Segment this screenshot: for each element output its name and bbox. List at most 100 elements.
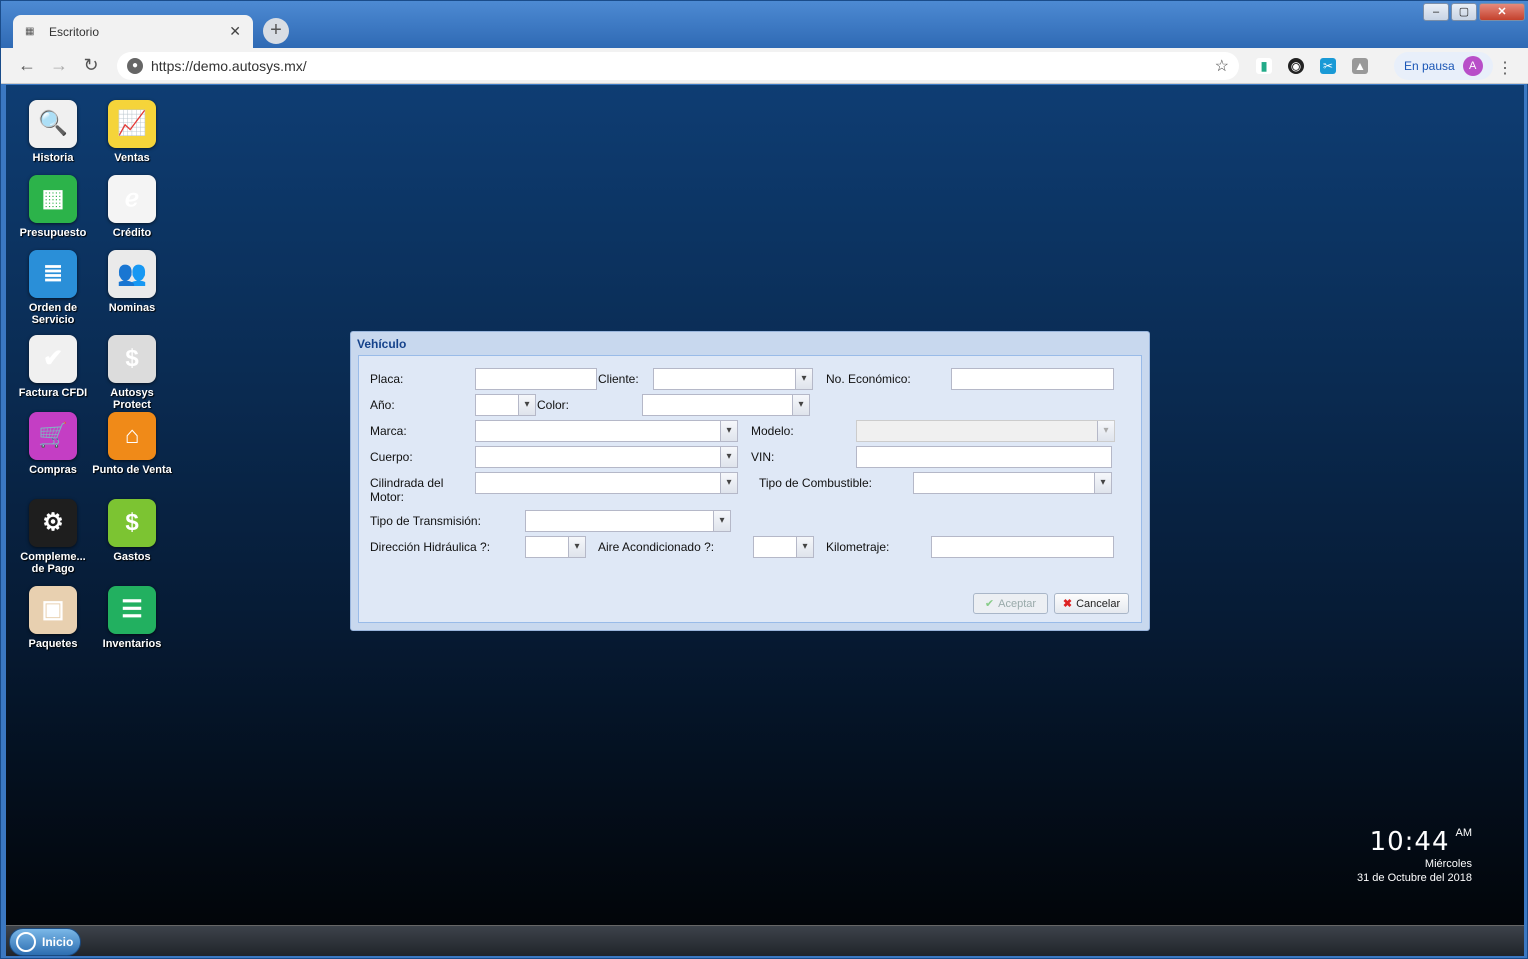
placa-input[interactable]: [475, 368, 597, 390]
marca-combo[interactable]: ▾: [475, 420, 738, 442]
clock-time: 10:44: [1369, 827, 1450, 857]
label-transmision: Tipo de Transmisión:: [370, 514, 481, 528]
bookmark-star-icon[interactable]: ☆: [1215, 56, 1229, 76]
line-chart-icon: 📈: [108, 100, 156, 148]
anio-combo[interactable]: ▾: [475, 394, 536, 416]
desktop-icon[interactable]: ⌂ Punto de Venta: [92, 412, 172, 476]
address-bar[interactable]: ● https://demo.autosys.mx/ ☆: [117, 52, 1239, 80]
kilometraje-input[interactable]: [931, 536, 1114, 558]
desktop-icon[interactable]: ℯ Crédito: [92, 175, 172, 239]
start-label: Inicio: [42, 935, 74, 949]
aire-combo[interactable]: ▾: [753, 536, 814, 558]
label-cuerpo: Cuerpo:: [370, 450, 413, 464]
desktop-icon-label: Gastos: [113, 551, 151, 563]
desktop-icon[interactable]: $ Autosys Protect: [92, 335, 172, 411]
reload-icon[interactable]: ↻: [75, 55, 107, 76]
label-vin: VIN:: [751, 450, 775, 464]
extension-color-icon[interactable]: ◉: [1288, 58, 1304, 74]
browser-menu-icon[interactable]: ⋮: [1497, 58, 1513, 78]
desktop-icon[interactable]: $ Gastos: [92, 499, 172, 563]
dialog-body: Placa: Cliente: ▾ No. Económico: Año: ▾ …: [358, 355, 1142, 623]
cancel-x-icon: ✖: [1062, 598, 1073, 610]
search-icon: 🔍: [29, 100, 77, 148]
chevron-down-icon[interactable]: ▾: [1097, 421, 1114, 441]
start-button[interactable]: Inicio: [9, 928, 81, 956]
minimize-button[interactable]: –: [1423, 3, 1449, 21]
close-window-button[interactable]: ✕: [1479, 3, 1525, 21]
desktop-icon[interactable]: ▣ Paquetes: [13, 586, 93, 650]
transmision-combo[interactable]: ▾: [525, 510, 731, 532]
cliente-combo[interactable]: ▾: [653, 368, 813, 390]
browser-tab[interactable]: ▦ Escritorio ✕: [13, 15, 253, 48]
profile-avatar: A: [1462, 56, 1483, 76]
browser-window: ▦ Escritorio ✕ + – ▢ ✕ ← → ↻ ● https://d…: [0, 0, 1528, 959]
desktop-icon-label: Nominas: [108, 302, 156, 314]
cilindrada-combo[interactable]: ▾: [475, 472, 738, 494]
cuerpo-combo[interactable]: ▾: [475, 446, 738, 468]
desktop-icon[interactable]: 📈 Ventas: [92, 100, 172, 164]
chevron-down-icon[interactable]: ▾: [568, 537, 585, 557]
store-icon: ⌂: [108, 412, 156, 460]
direccion-combo[interactable]: ▾: [525, 536, 586, 558]
desktop-icon[interactable]: 🔍 Historia: [13, 100, 93, 164]
desktop-clock: 10:44 AM Miércoles 31 de Octubre del 2018: [1357, 827, 1472, 885]
desktop-icon-label: Inventarios: [102, 638, 162, 650]
desktop-icon[interactable]: ≣ Orden de Servicio: [13, 250, 93, 326]
desktop: 🔍 Historia 📈 Ventas ▦ Presupuesto ℯ Crédito ≣ Ord…: [6, 85, 1524, 925]
browser-toolbar: ← → ↻ ● https://demo.autosys.mx/ ☆ ▮ ◉ ✂…: [1, 48, 1528, 84]
chevron-down-icon[interactable]: ▾: [796, 537, 813, 557]
spreadsheet-icon: ▦: [29, 175, 77, 223]
title-bar: ▦ Escritorio ✕ + – ▢ ✕: [1, 1, 1528, 48]
desktop-icon[interactable]: ▦ Presupuesto: [13, 175, 93, 239]
cancelar-button[interactable]: ✖ Cancelar: [1054, 593, 1129, 614]
desktop-icon[interactable]: 🛒 Compras: [13, 412, 93, 476]
chevron-down-icon[interactable]: ▾: [713, 511, 730, 531]
desktop-icon[interactable]: ⚙ Compleme... de Pago: [13, 499, 93, 575]
vin-input[interactable]: [856, 446, 1112, 468]
desktop-icon-label: Autosys Protect: [110, 387, 154, 411]
aceptar-button[interactable]: ✔ Aceptar: [973, 593, 1048, 614]
desktop-icon[interactable]: ☰ Inventarios: [92, 586, 172, 650]
credit-logo-icon: ℯ: [108, 175, 156, 223]
label-no-economico: No. Económico:: [826, 372, 911, 386]
cart-icon: 🛒: [29, 412, 77, 460]
chevron-down-icon[interactable]: ▾: [720, 447, 737, 467]
payroll-icon: 👥: [108, 250, 156, 298]
no-economico-input[interactable]: [951, 368, 1114, 390]
chevron-down-icon[interactable]: ▾: [792, 395, 809, 415]
modelo-combo[interactable]: ▾: [856, 420, 1115, 442]
desktop-icon-label: Crédito: [112, 227, 152, 239]
desktop-icon[interactable]: 👥 Nominas: [92, 250, 172, 314]
chevron-down-icon[interactable]: ▾: [518, 395, 535, 415]
chevron-down-icon[interactable]: ▾: [720, 421, 737, 441]
desktop-icon[interactable]: ✔ Factura CFDI: [13, 335, 93, 399]
site-info-icon[interactable]: ●: [127, 58, 143, 74]
url-text[interactable]: https://demo.autosys.mx/: [151, 58, 1215, 74]
chevron-down-icon[interactable]: ▾: [1094, 473, 1111, 493]
desktop-icon-label: Factura CFDI: [18, 387, 88, 399]
label-cilindrada: Cilindrada del: [370, 476, 444, 490]
steam-icon: ⚙: [29, 499, 77, 547]
extension-person-icon[interactable]: ▲: [1352, 58, 1368, 74]
combustible-combo[interactable]: ▾: [913, 472, 1112, 494]
clock-day: Miércoles: [1424, 858, 1472, 870]
color-combo[interactable]: ▾: [642, 394, 810, 416]
profile-button[interactable]: En pausa A: [1394, 52, 1493, 80]
chevron-down-icon[interactable]: ▾: [720, 473, 737, 493]
extension-scissors-icon[interactable]: ✂: [1320, 58, 1336, 74]
tab-close-icon[interactable]: ✕: [229, 23, 241, 40]
label-direccion: Dirección Hidráulica ?:: [370, 540, 491, 554]
label-marca: Marca:: [370, 424, 407, 438]
label-combustible: Tipo de Combustible:: [759, 476, 872, 490]
desktop-icon-label: Ventas: [114, 152, 150, 164]
new-tab-button[interactable]: +: [263, 18, 289, 44]
extension-chart-icon[interactable]: ▮: [1256, 58, 1272, 74]
back-icon[interactable]: ←: [11, 55, 43, 76]
forward-icon[interactable]: →: [43, 55, 75, 76]
tab-title: Escritorio: [49, 24, 100, 39]
maximize-button[interactable]: ▢: [1451, 3, 1477, 21]
chevron-down-icon[interactable]: ▾: [795, 369, 812, 389]
label-aire: Aire Acondicionado ?:: [598, 540, 715, 554]
desktop-icon-label: Compras: [29, 464, 77, 476]
label-color: Color:: [537, 398, 570, 412]
